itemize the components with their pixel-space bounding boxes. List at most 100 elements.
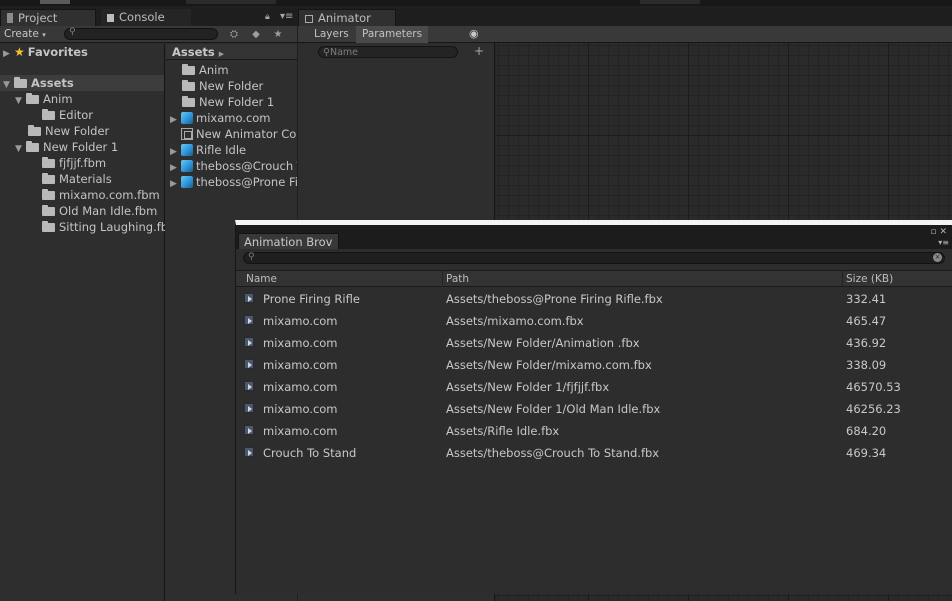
cell-size: 338.09 [846, 358, 887, 372]
tab-parameters-label: Parameters [362, 28, 423, 40]
folder-icon [182, 80, 195, 91]
project-search-input[interactable]: ⚲ [64, 27, 218, 40]
animation-search-input[interactable]: ⚲ × [243, 252, 945, 264]
tree-item-new-folder[interactable]: New Folder [28, 123, 109, 139]
tree-assets[interactable]: ▼ Assets [0, 75, 164, 91]
chevron-right-icon[interactable]: ▶ [3, 46, 14, 62]
asset-label: New Folder 1 [199, 95, 275, 109]
asset-item-crouch-to-stand[interactable]: ▶theboss@Crouch To Stand [170, 158, 297, 174]
tab-console[interactable]: Console [101, 9, 191, 26]
cell-path: Assets/mixamo.com.fbx [446, 314, 584, 328]
tab-project[interactable]: Project [0, 9, 96, 26]
chevron-down-icon[interactable]: ▼ [15, 93, 26, 109]
asset-label: theboss@Crouch To Stand [196, 159, 297, 173]
cell-size: 465.47 [846, 314, 887, 328]
table-row[interactable]: Crouch To Stand Assets/theboss@Crouch To … [236, 442, 952, 464]
cell-name: Prone Firing Rifle [263, 292, 360, 306]
asset-label: Anim [199, 63, 229, 77]
table-row[interactable]: mixamo.com Assets/Rifle Idle.fbx 684.20 [236, 420, 952, 442]
table-row[interactable]: mixamo.com Assets/New Folder 1/fjfjjf.fbx… [236, 376, 952, 398]
tree-item-sitting-laughing-fbm[interactable]: Sitting Laughing.fbm [42, 219, 165, 235]
cell-path: Assets/theboss@Prone Firing Rifle.fbx [446, 292, 663, 306]
folder-icon [42, 173, 55, 184]
tree-item-fjfjjf-fbm[interactable]: fjfjjf.fbm [42, 155, 106, 171]
table-row[interactable]: mixamo.com Assets/New Folder 1/Old Man Id… [236, 398, 952, 420]
parameter-search-input[interactable]: ⚲Name [318, 46, 458, 58]
animation-clip-icon [244, 315, 254, 325]
asset-item-mixamo[interactable]: ▶ mixamo.com [170, 110, 271, 126]
chevron-down-icon[interactable]: ▼ [3, 77, 14, 93]
favorites-label: Favorites [27, 45, 88, 59]
tree-item-materials[interactable]: Materials [42, 171, 112, 187]
table-row[interactable]: mixamo.com Assets/New Folder/mixamo.com.f… [236, 354, 952, 376]
chevron-down-icon[interactable]: ▼ [15, 141, 26, 157]
tab-project-label: Project [18, 11, 58, 25]
search-icon: ⚲ [248, 252, 255, 262]
model-icon [181, 112, 193, 124]
cell-name: mixamo.com [263, 358, 338, 372]
star-icon[interactable]: ★ [272, 29, 284, 40]
tab-animation-browser[interactable]: Animation Brov [238, 233, 339, 249]
animation-clip-icon [244, 337, 254, 347]
asset-list-breadcrumb[interactable]: Assets ▶ [166, 44, 297, 60]
clear-icon[interactable]: × [933, 253, 942, 262]
tree-item-mixamo-fbm[interactable]: mixamo.com.fbm [42, 187, 160, 203]
animation-browser-titlebar: Animation Brov ▫✕ ▾≡ [236, 225, 952, 249]
lock-icon[interactable]: 🔒︎ [265, 12, 270, 22]
table-row[interactable]: mixamo.com Assets/New Folder/Animation .f… [236, 332, 952, 354]
asset-item-prone-firing-rifle[interactable]: ▶ theboss@Prone Firing Rifle [170, 174, 297, 190]
tree-item-old-man-idle-fbm[interactable]: Old Man Idle.fbm [42, 203, 157, 219]
create-button[interactable]: Create ▾ [4, 27, 46, 42]
column-header-size[interactable]: Size (KB) [846, 273, 893, 285]
plus-icon[interactable]: + [474, 44, 484, 58]
tab-console-label: Console [119, 10, 165, 24]
tab-animator[interactable]: Animator [298, 9, 396, 26]
cell-size: 332.41 [846, 292, 887, 306]
menu-icon[interactable]: ▾≡ [280, 11, 293, 22]
toolbar-button[interactable] [640, 0, 700, 4]
tree-item-editor[interactable]: Editor [42, 107, 93, 123]
tag-icon[interactable]: ◆ [250, 29, 262, 40]
eye-icon[interactable]: ◉ [469, 27, 479, 40]
cell-path: Assets/theboss@Crouch To Stand.fbx [446, 446, 660, 460]
animation-clip-icon [244, 381, 254, 391]
asset-label: New Animator Controller [196, 127, 297, 141]
tree-item-new-folder-1[interactable]: ▼ New Folder 1 [15, 139, 118, 155]
tab-parameters[interactable]: Parameters [356, 26, 429, 43]
column-header-path[interactable]: Path [446, 273, 469, 285]
cell-path: Assets/New Folder/mixamo.com.fbx [446, 358, 652, 372]
animator-icon [305, 15, 313, 23]
chevron-right-icon[interactable]: ▶ [170, 112, 181, 128]
cell-size: 46256.23 [846, 402, 901, 416]
animation-clip-icon [244, 293, 254, 303]
filter-by-type-icon[interactable]: ⛭ [228, 29, 240, 40]
asset-item-new-folder[interactable]: New Folder [182, 78, 263, 94]
cell-size: 684.20 [846, 424, 887, 438]
asset-item-rifle-idle[interactable]: ▶ Rifle Idle [170, 142, 246, 158]
cell-name: mixamo.com [263, 424, 338, 438]
create-label: Create [4, 28, 39, 40]
tree-item-anim[interactable]: ▼ Anim [15, 91, 73, 107]
toolbar-button[interactable] [186, 0, 276, 4]
tree-item-label: Anim [43, 92, 73, 106]
chevron-right-icon[interactable]: ▶ [170, 176, 181, 192]
folder-tree: ▶ ★ Favorites ▼ Assets ▼ Anim Editor New Fol… [0, 44, 165, 601]
menu-icon[interactable]: ▾≡ [938, 238, 949, 247]
table-row[interactable]: Prone Firing Rifle Assets/theboss@Prone F… [236, 288, 952, 310]
folder-icon [28, 125, 41, 136]
column-divider[interactable] [442, 271, 443, 287]
asset-label: mixamo.com [196, 111, 271, 125]
top-toolbar-strip [0, 0, 952, 6]
asset-item-new-animator-controller[interactable]: New Animator Controller [181, 126, 297, 142]
tree-favorites[interactable]: ▶ ★ Favorites [3, 44, 88, 60]
breadcrumb-label: Assets [172, 45, 215, 59]
column-divider[interactable] [842, 271, 843, 287]
table-row[interactable]: mixamo.com Assets/mixamo.com.fbx 465.47 [236, 310, 952, 332]
column-header-name[interactable]: Name [246, 273, 277, 285]
tab-layers[interactable]: Layers [308, 26, 355, 43]
asset-item-new-folder-1[interactable]: New Folder 1 [182, 94, 274, 110]
toolbar-button[interactable] [40, 0, 70, 4]
asset-item-anim[interactable]: Anim [182, 62, 229, 78]
parameter-search-placeholder: Name [329, 47, 358, 58]
close-icon[interactable]: ✕ [939, 227, 950, 237]
